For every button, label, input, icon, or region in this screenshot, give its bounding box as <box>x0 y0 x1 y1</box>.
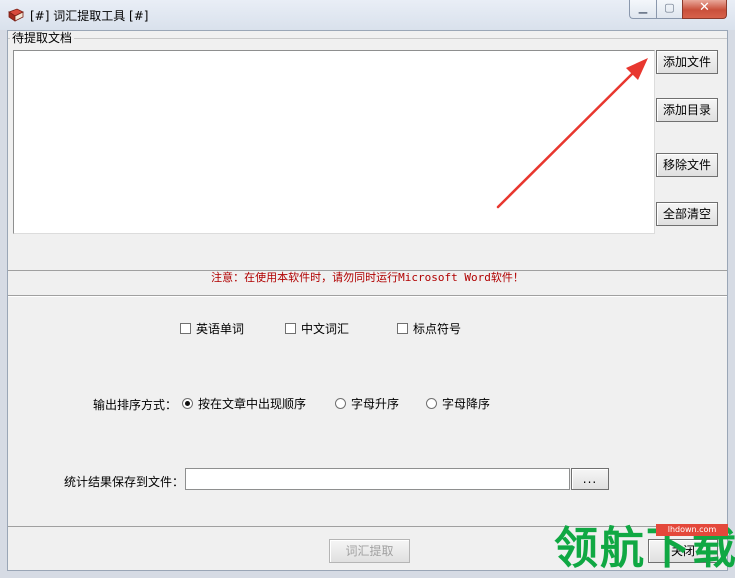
radio-dot[interactable] <box>182 398 193 409</box>
checkbox-label: 标点符号 <box>413 322 462 336</box>
sort-ascending-radio[interactable]: 字母升序 <box>335 395 399 412</box>
remove-file-button[interactable]: 移除文件 <box>656 153 718 177</box>
close-icon: ✕ <box>699 0 710 15</box>
dialog-client-area: 待提取文档 添加文件 添加目录 移除文件 全部清空 注意：在使用本软件时，请勿同… <box>7 30 728 571</box>
caption-buttons: ▁ ▢ ✕ <box>629 0 727 20</box>
checkbox-box[interactable] <box>285 323 296 334</box>
radio-dot[interactable] <box>426 398 437 409</box>
documents-group: 待提取文档 添加文件 添加目录 移除文件 全部清空 <box>8 31 727 271</box>
checkbox-label: 中文词汇 <box>301 322 350 336</box>
add-file-button[interactable]: 添加文件 <box>656 50 718 74</box>
save-to-file-label: 统计结果保存到文件： <box>64 475 185 489</box>
documents-group-label: 待提取文档 <box>10 31 75 45</box>
maximize-button[interactable]: ▢ <box>656 0 682 19</box>
minimize-button[interactable]: ▁ <box>629 0 656 19</box>
radio-label: 字母升序 <box>351 397 400 411</box>
window-title: [#] 词汇提取工具 [#] <box>30 9 149 23</box>
title-bar: [#] 词汇提取工具 [#] ▁ ▢ ✕ <box>0 0 735 30</box>
radio-label: 字母降序 <box>442 397 491 411</box>
watermark-url: lhdown.com <box>656 524 728 536</box>
options-group: 英语单词 中文词汇 标点符号 输出排序方式： 按在文章中出现顺序 字母升序 字母… <box>8 295 727 527</box>
radio-label: 按在文章中出现顺序 <box>198 397 307 411</box>
english-words-checkbox[interactable]: 英语单词 <box>180 320 244 337</box>
app-book-icon <box>8 8 24 22</box>
document-list[interactable] <box>13 50 655 234</box>
sort-order-label: 输出排序方式： <box>93 398 178 412</box>
add-directory-button[interactable]: 添加目录 <box>656 98 718 122</box>
punctuation-checkbox[interactable]: 标点符号 <box>397 320 461 337</box>
save-path-input[interactable] <box>185 468 570 490</box>
chinese-words-checkbox[interactable]: 中文词汇 <box>285 320 349 337</box>
radio-dot[interactable] <box>335 398 346 409</box>
extract-words-button[interactable]: 词汇提取 <box>329 539 410 563</box>
checkbox-label: 英语单词 <box>196 322 245 336</box>
checkbox-box[interactable] <box>397 323 408 334</box>
sort-descending-radio[interactable]: 字母降序 <box>426 395 490 412</box>
close-window-button[interactable]: ✕ <box>682 0 727 19</box>
clear-all-button[interactable]: 全部清空 <box>656 202 718 226</box>
sort-by-appearance-radio[interactable]: 按在文章中出现顺序 <box>182 395 306 412</box>
maximize-icon: ▢ <box>664 1 675 14</box>
browse-button[interactable]: ... <box>571 468 609 490</box>
minimize-icon: ▁ <box>638 1 648 14</box>
checkbox-box[interactable] <box>180 323 191 334</box>
word-warning-notice: 注意：在使用本软件时，请勿同时运行Microsoft Word软件！ <box>211 271 524 284</box>
